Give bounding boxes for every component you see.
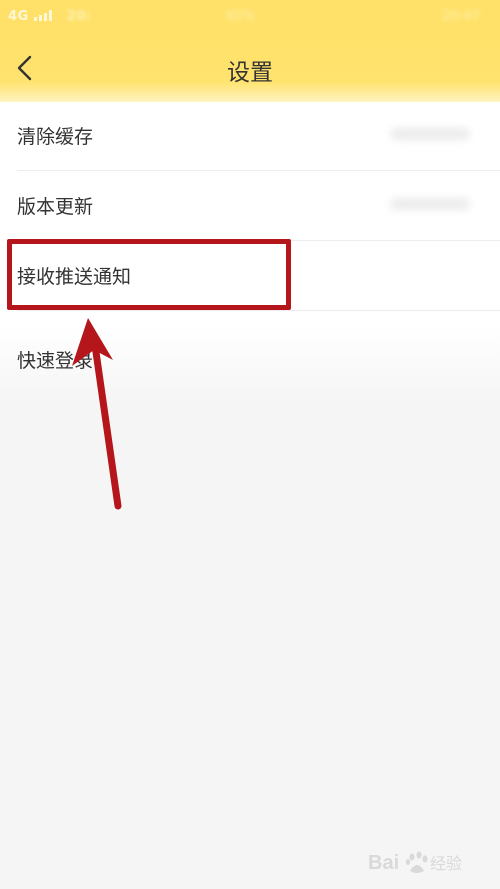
header: 设置 bbox=[0, 34, 500, 102]
status-bar: 4G 20: 92% 20:47 bbox=[0, 0, 500, 34]
baidu-jingyan-logo: Bai 经验 bbox=[368, 851, 462, 874]
row-value-blur bbox=[390, 198, 470, 210]
divider bbox=[17, 310, 500, 311]
settings-item-label: 接收推送通知 bbox=[17, 266, 132, 288]
row-value-blur bbox=[390, 128, 470, 140]
status-left: 4G 20: bbox=[8, 9, 92, 24]
settings-item-label: 快速登录 bbox=[17, 350, 94, 372]
page-title: 设置 bbox=[227, 60, 273, 86]
svg-text:经验: 经验 bbox=[430, 854, 462, 873]
network-indicator: 4G bbox=[8, 9, 29, 24]
settings-item-quick-login[interactable]: 快速登录 bbox=[0, 324, 500, 394]
settings-item-label: 版本更新 bbox=[17, 196, 94, 218]
settings-item-clear-cache[interactable]: 清除缓存 bbox=[0, 100, 500, 170]
settings-item-version-update[interactable]: 版本更新 bbox=[0, 170, 500, 240]
status-right: 20:47 bbox=[442, 9, 480, 24]
settings-item-push-notifications[interactable]: 接收推送通知 bbox=[0, 240, 500, 310]
signal-icon bbox=[33, 9, 57, 24]
status-time: 20: bbox=[66, 9, 92, 24]
status-center: 92% bbox=[226, 9, 255, 24]
svg-text:Bai: Bai bbox=[368, 852, 399, 874]
settings-item-label: 清除缓存 bbox=[17, 126, 94, 148]
